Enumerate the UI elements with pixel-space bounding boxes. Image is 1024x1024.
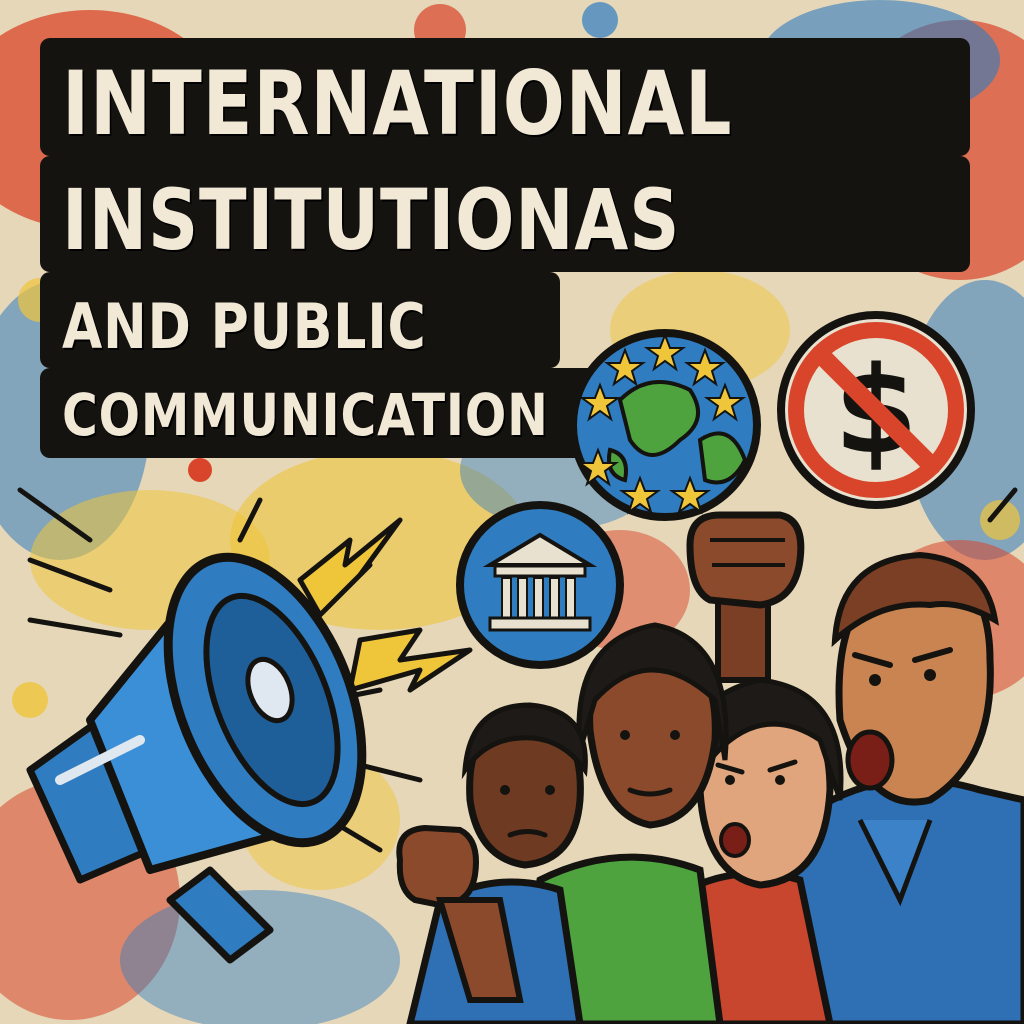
no-dollar-icon: $: [777, 311, 975, 509]
title-line-3: AND PUBLIC: [62, 290, 427, 363]
title-line-4: COMMUNICATION: [62, 381, 549, 449]
title-line-2: INSTITUTIONAS: [62, 171, 681, 269]
title-line-1: INTERNATIONAL: [62, 52, 733, 155]
poster: $: [0, 0, 1024, 1024]
institution-building-icon: [456, 501, 624, 669]
globe-stars-icon: [569, 329, 761, 521]
